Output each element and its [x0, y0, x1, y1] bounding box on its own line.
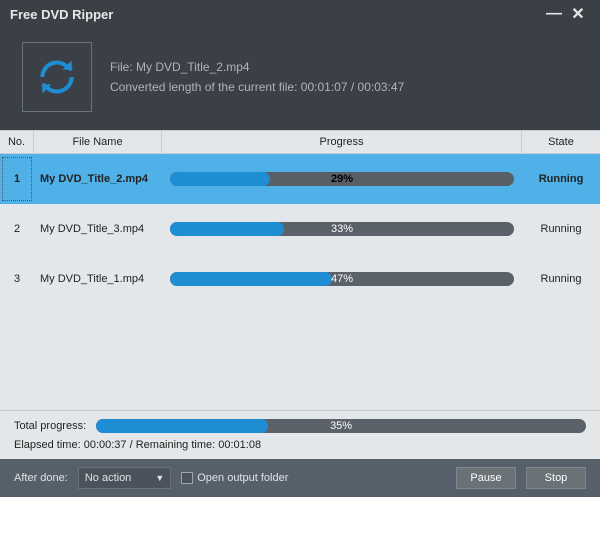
- row-progress: 33%: [162, 222, 522, 236]
- col-progress[interactable]: Progress: [162, 131, 522, 153]
- after-done-select[interactable]: No action ▼: [78, 467, 171, 489]
- progress-percent: 29%: [170, 172, 514, 186]
- progress-bar: 33%: [170, 222, 514, 236]
- table-header: No. File Name Progress State: [0, 130, 600, 154]
- converted-total: 00:03:47: [358, 80, 405, 94]
- remaining-value: 00:01:08: [218, 439, 261, 451]
- table-row[interactable]: 2My DVD_Title_3.mp4 33% Running: [0, 204, 600, 254]
- info-panel: File: My DVD_Title_2.mp4 Converted lengt…: [0, 28, 600, 130]
- row-state: Running: [522, 173, 600, 185]
- info-text: File: My DVD_Title_2.mp4 Converted lengt…: [110, 57, 404, 98]
- file-name: My DVD_Title_2.mp4: [136, 60, 250, 74]
- converted-current: 00:01:07: [301, 80, 348, 94]
- chevron-down-icon: ▼: [155, 473, 164, 483]
- table-row[interactable]: 1My DVD_Title_2.mp4 29% Running: [0, 154, 600, 204]
- elapsed-value: 00:00:37: [84, 439, 127, 451]
- remaining-label: Remaining time:: [136, 439, 215, 451]
- close-button[interactable]: ✕: [566, 4, 590, 24]
- checkbox-icon: [181, 472, 193, 484]
- app-title: Free DVD Ripper: [10, 7, 542, 22]
- progress-percent: 47%: [170, 272, 514, 286]
- table-body: 1My DVD_Title_2.mp429%Running2My DVD_Tit…: [0, 154, 600, 410]
- row-progress: 29%: [162, 172, 522, 186]
- row-filename: My DVD_Title_1.mp4: [34, 273, 162, 285]
- open-output-checkbox[interactable]: Open output folder: [181, 472, 288, 484]
- total-label: Total progress:: [14, 420, 86, 432]
- progress-percent: 33%: [170, 222, 514, 236]
- row-no: 2: [0, 223, 34, 235]
- col-state[interactable]: State: [522, 131, 600, 153]
- elapsed-label: Elapsed time:: [14, 439, 81, 451]
- after-done-value: No action: [85, 472, 131, 484]
- col-filename[interactable]: File Name: [34, 131, 162, 153]
- row-no: 3: [0, 273, 34, 285]
- progress-bar: 47%: [170, 272, 514, 286]
- refresh-icon: [22, 42, 92, 112]
- row-progress: 47%: [162, 272, 522, 286]
- row-state: Running: [522, 223, 600, 235]
- stop-button[interactable]: Stop: [526, 467, 586, 489]
- total-progress-bar: 35%: [96, 419, 586, 433]
- row-no: 1: [2, 157, 32, 201]
- progress-bar: 29%: [170, 172, 514, 186]
- pause-button[interactable]: Pause: [456, 467, 516, 489]
- footer: After done: No action ▼ Open output fold…: [0, 459, 600, 497]
- row-filename: My DVD_Title_2.mp4: [34, 173, 162, 185]
- task-table: No. File Name Progress State 1My DVD_Tit…: [0, 130, 600, 410]
- total-area: Total progress: 35% Elapsed time: 00:00:…: [0, 410, 600, 459]
- after-done-label: After done:: [14, 472, 68, 484]
- minimize-button[interactable]: —: [542, 5, 566, 23]
- time-line: Elapsed time: 00:00:37 / Remaining time:…: [14, 439, 586, 451]
- row-state: Running: [522, 273, 600, 285]
- table-row[interactable]: 3My DVD_Title_1.mp4 47% Running: [0, 254, 600, 304]
- open-output-label: Open output folder: [197, 472, 288, 484]
- col-no[interactable]: No.: [0, 131, 34, 153]
- row-filename: My DVD_Title_3.mp4: [34, 223, 162, 235]
- total-percent: 35%: [96, 419, 586, 433]
- converted-label: Converted length of the current file:: [110, 80, 297, 94]
- file-label: File:: [110, 60, 133, 74]
- titlebar[interactable]: Free DVD Ripper — ✕: [0, 0, 600, 28]
